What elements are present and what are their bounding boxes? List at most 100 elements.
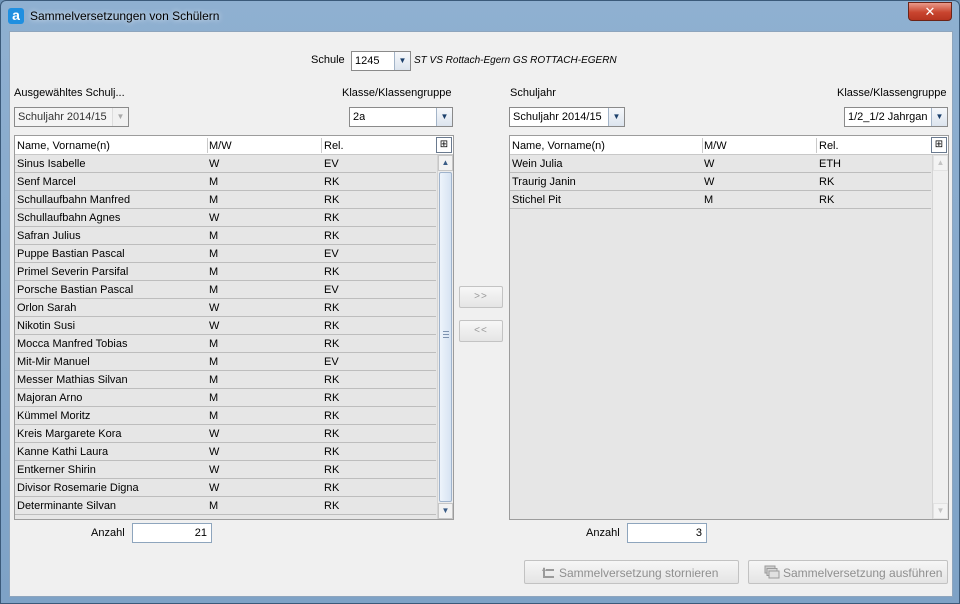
left-schuljahr-select: Schuljahr 2014/15 ▼ (14, 107, 129, 127)
column-divider[interactable] (207, 138, 208, 153)
cell-religion: RK (324, 230, 340, 242)
cell-gender: M (209, 176, 219, 188)
right-klasse-label: Klasse/Klassengruppe (837, 87, 947, 99)
cancel-transfer-button[interactable]: Sammelversetzung stornieren (524, 560, 739, 584)
column-divider[interactable] (321, 138, 322, 153)
cell-name: Mit-Mir Manuel (17, 356, 90, 368)
table-row[interactable]: Kümmel Moritz M RK (15, 407, 436, 425)
chevron-down-icon[interactable]: ▼ (394, 52, 410, 70)
cell-religion: RK (324, 464, 340, 476)
left-scrollbar[interactable]: ▲ ▼ (437, 155, 453, 519)
cell-religion: RK (324, 392, 340, 404)
left-klasse-label: Klasse/Klassengruppe (342, 87, 452, 99)
app-logo-icon: a (8, 8, 24, 24)
title-bar[interactable]: a Sammelversetzungen von Schülern ✕ (1, 1, 959, 31)
table-row[interactable]: Sinus Isabelle W EV (15, 155, 436, 173)
move-left-button[interactable]: << (459, 320, 503, 342)
school-select[interactable]: 1245 ▼ (351, 51, 411, 71)
right-count-label: Anzahl (586, 527, 620, 539)
cell-religion: RK (324, 482, 340, 494)
right-count-value: 3 (695, 527, 702, 539)
cell-gender: M (209, 266, 219, 278)
cell-gender: W (209, 320, 220, 332)
column-chooser-icon[interactable]: ⊞ (436, 137, 452, 153)
table-row[interactable]: Primel Severin Parsifal M RK (15, 263, 436, 281)
cell-religion: RK (324, 320, 340, 332)
close-button[interactable]: ✕ (908, 2, 952, 21)
table-row[interactable]: Divisor Rosemarie Digna W RK (15, 479, 436, 497)
left-schuljahr-label: Ausgewähltes Schulj... (14, 87, 125, 99)
chevron-down-icon[interactable]: ▼ (931, 108, 947, 126)
cell-name: Entkerner Shirin (17, 464, 96, 476)
column-header-religion[interactable]: Rel. (324, 140, 344, 152)
cell-gender: W (209, 302, 220, 314)
table-row[interactable]: Nikotin Susi W RK (15, 317, 436, 335)
table-row[interactable]: Schullaufbahn Agnes W RK (15, 209, 436, 227)
table-row[interactable]: Puppe Bastian Pascal M EV (15, 245, 436, 263)
column-header-name[interactable]: Name, Vorname(n) (17, 140, 110, 152)
cell-religion: RK (324, 266, 340, 278)
column-divider[interactable] (816, 138, 817, 153)
left-count-label: Anzahl (91, 527, 125, 539)
table-row[interactable]: Schullaufbahn Manfred M RK (15, 191, 436, 209)
table-row[interactable]: Majoran Arno M RK (15, 389, 436, 407)
cell-religion: EV (324, 248, 339, 260)
dialog-window: a Sammelversetzungen von Schülern ✕ Schu… (0, 0, 960, 604)
scroll-down-icon[interactable]: ▼ (438, 503, 453, 519)
table-row[interactable]: Stichel Pit M RK (510, 191, 931, 209)
cell-name: Schullaufbahn Agnes (17, 212, 121, 224)
column-divider[interactable] (702, 138, 703, 153)
table-row[interactable]: Mit-Mir Manuel M EV (15, 353, 436, 371)
cell-religion: RK (324, 374, 340, 386)
execute-transfer-label: Sammelversetzung ausführen (783, 566, 943, 580)
move-right-button[interactable]: >> (459, 286, 503, 308)
table-row[interactable]: Messer Mathias Silvan M RK (15, 371, 436, 389)
cell-religion: RK (324, 194, 340, 206)
column-header-religion[interactable]: Rel. (819, 140, 839, 152)
column-chooser-icon[interactable]: ⊞ (931, 137, 947, 153)
scroll-thumb[interactable] (439, 172, 452, 502)
scroll-up-icon: ▲ (933, 155, 948, 171)
table-row[interactable]: Kanne Kathi Laura W RK (15, 443, 436, 461)
left-klasse-select[interactable]: 2a ▼ (349, 107, 453, 127)
right-student-table: Name, Vorname(n) M/W Rel. ⊞ Wein Julia W E… (509, 135, 949, 520)
scroll-up-icon[interactable]: ▲ (438, 155, 453, 171)
table-row[interactable]: Entkerner Shirin W RK (15, 461, 436, 479)
cell-name: Puppe Bastian Pascal (17, 248, 125, 260)
right-schuljahr-label: Schuljahr (510, 87, 556, 99)
table-row[interactable]: Wein Julia W ETH (510, 155, 931, 173)
chevron-down-icon[interactable]: ▼ (608, 108, 624, 126)
table-row[interactable]: Senf Marcel M RK (15, 173, 436, 191)
cell-religion: RK (324, 212, 340, 224)
right-scrollbar: ▲ ▼ (932, 155, 948, 519)
table-row[interactable]: Mocca Manfred Tobias M RK (15, 335, 436, 353)
cell-name: Divisor Rosemarie Digna (17, 482, 139, 494)
table-row[interactable]: Traurig Janin W RK (510, 173, 931, 191)
school-label: Schule (311, 54, 345, 66)
table-row[interactable]: Determinante Silvan M RK (15, 497, 436, 515)
cell-name: Kreis Margarete Kora (17, 428, 122, 440)
cell-name: Porsche Bastian Pascal (17, 284, 134, 296)
table-row[interactable]: Orlon Sarah W RK (15, 299, 436, 317)
column-header-name[interactable]: Name, Vorname(n) (512, 140, 605, 152)
left-count-value: 21 (194, 527, 207, 539)
table-row[interactable]: Kreis Margarete Kora W RK (15, 425, 436, 443)
table-row[interactable]: Porsche Bastian Pascal M EV (15, 281, 436, 299)
right-klasse-select[interactable]: 1/2_1/2 Jahrgan ▼ (844, 107, 948, 127)
chevron-down-icon[interactable]: ▼ (436, 108, 452, 126)
right-klasse-value: 1/2_1/2 Jahrgan (848, 111, 928, 123)
left-count-field: 21 (132, 523, 212, 543)
cell-gender: M (209, 392, 219, 404)
column-header-gender[interactable]: M/W (209, 140, 232, 152)
right-schuljahr-select[interactable]: Schuljahr 2014/15 ▼ (509, 107, 625, 127)
dialog-body: Schule 1245 ▼ ST VS Rottach-Egern GS ROT… (9, 31, 953, 597)
column-header-gender[interactable]: M/W (704, 140, 727, 152)
left-klasse-value: 2a (353, 111, 366, 123)
cell-gender: W (209, 158, 220, 170)
table-row[interactable]: Safran Julius M RK (15, 227, 436, 245)
cell-gender: M (209, 374, 219, 386)
cell-name: Majoran Arno (17, 392, 83, 404)
cell-name: Primel Severin Parsifal (17, 266, 129, 278)
execute-transfer-button[interactable]: Sammelversetzung ausführen (748, 560, 948, 584)
right-schuljahr-value: Schuljahr 2014/15 (513, 111, 602, 123)
